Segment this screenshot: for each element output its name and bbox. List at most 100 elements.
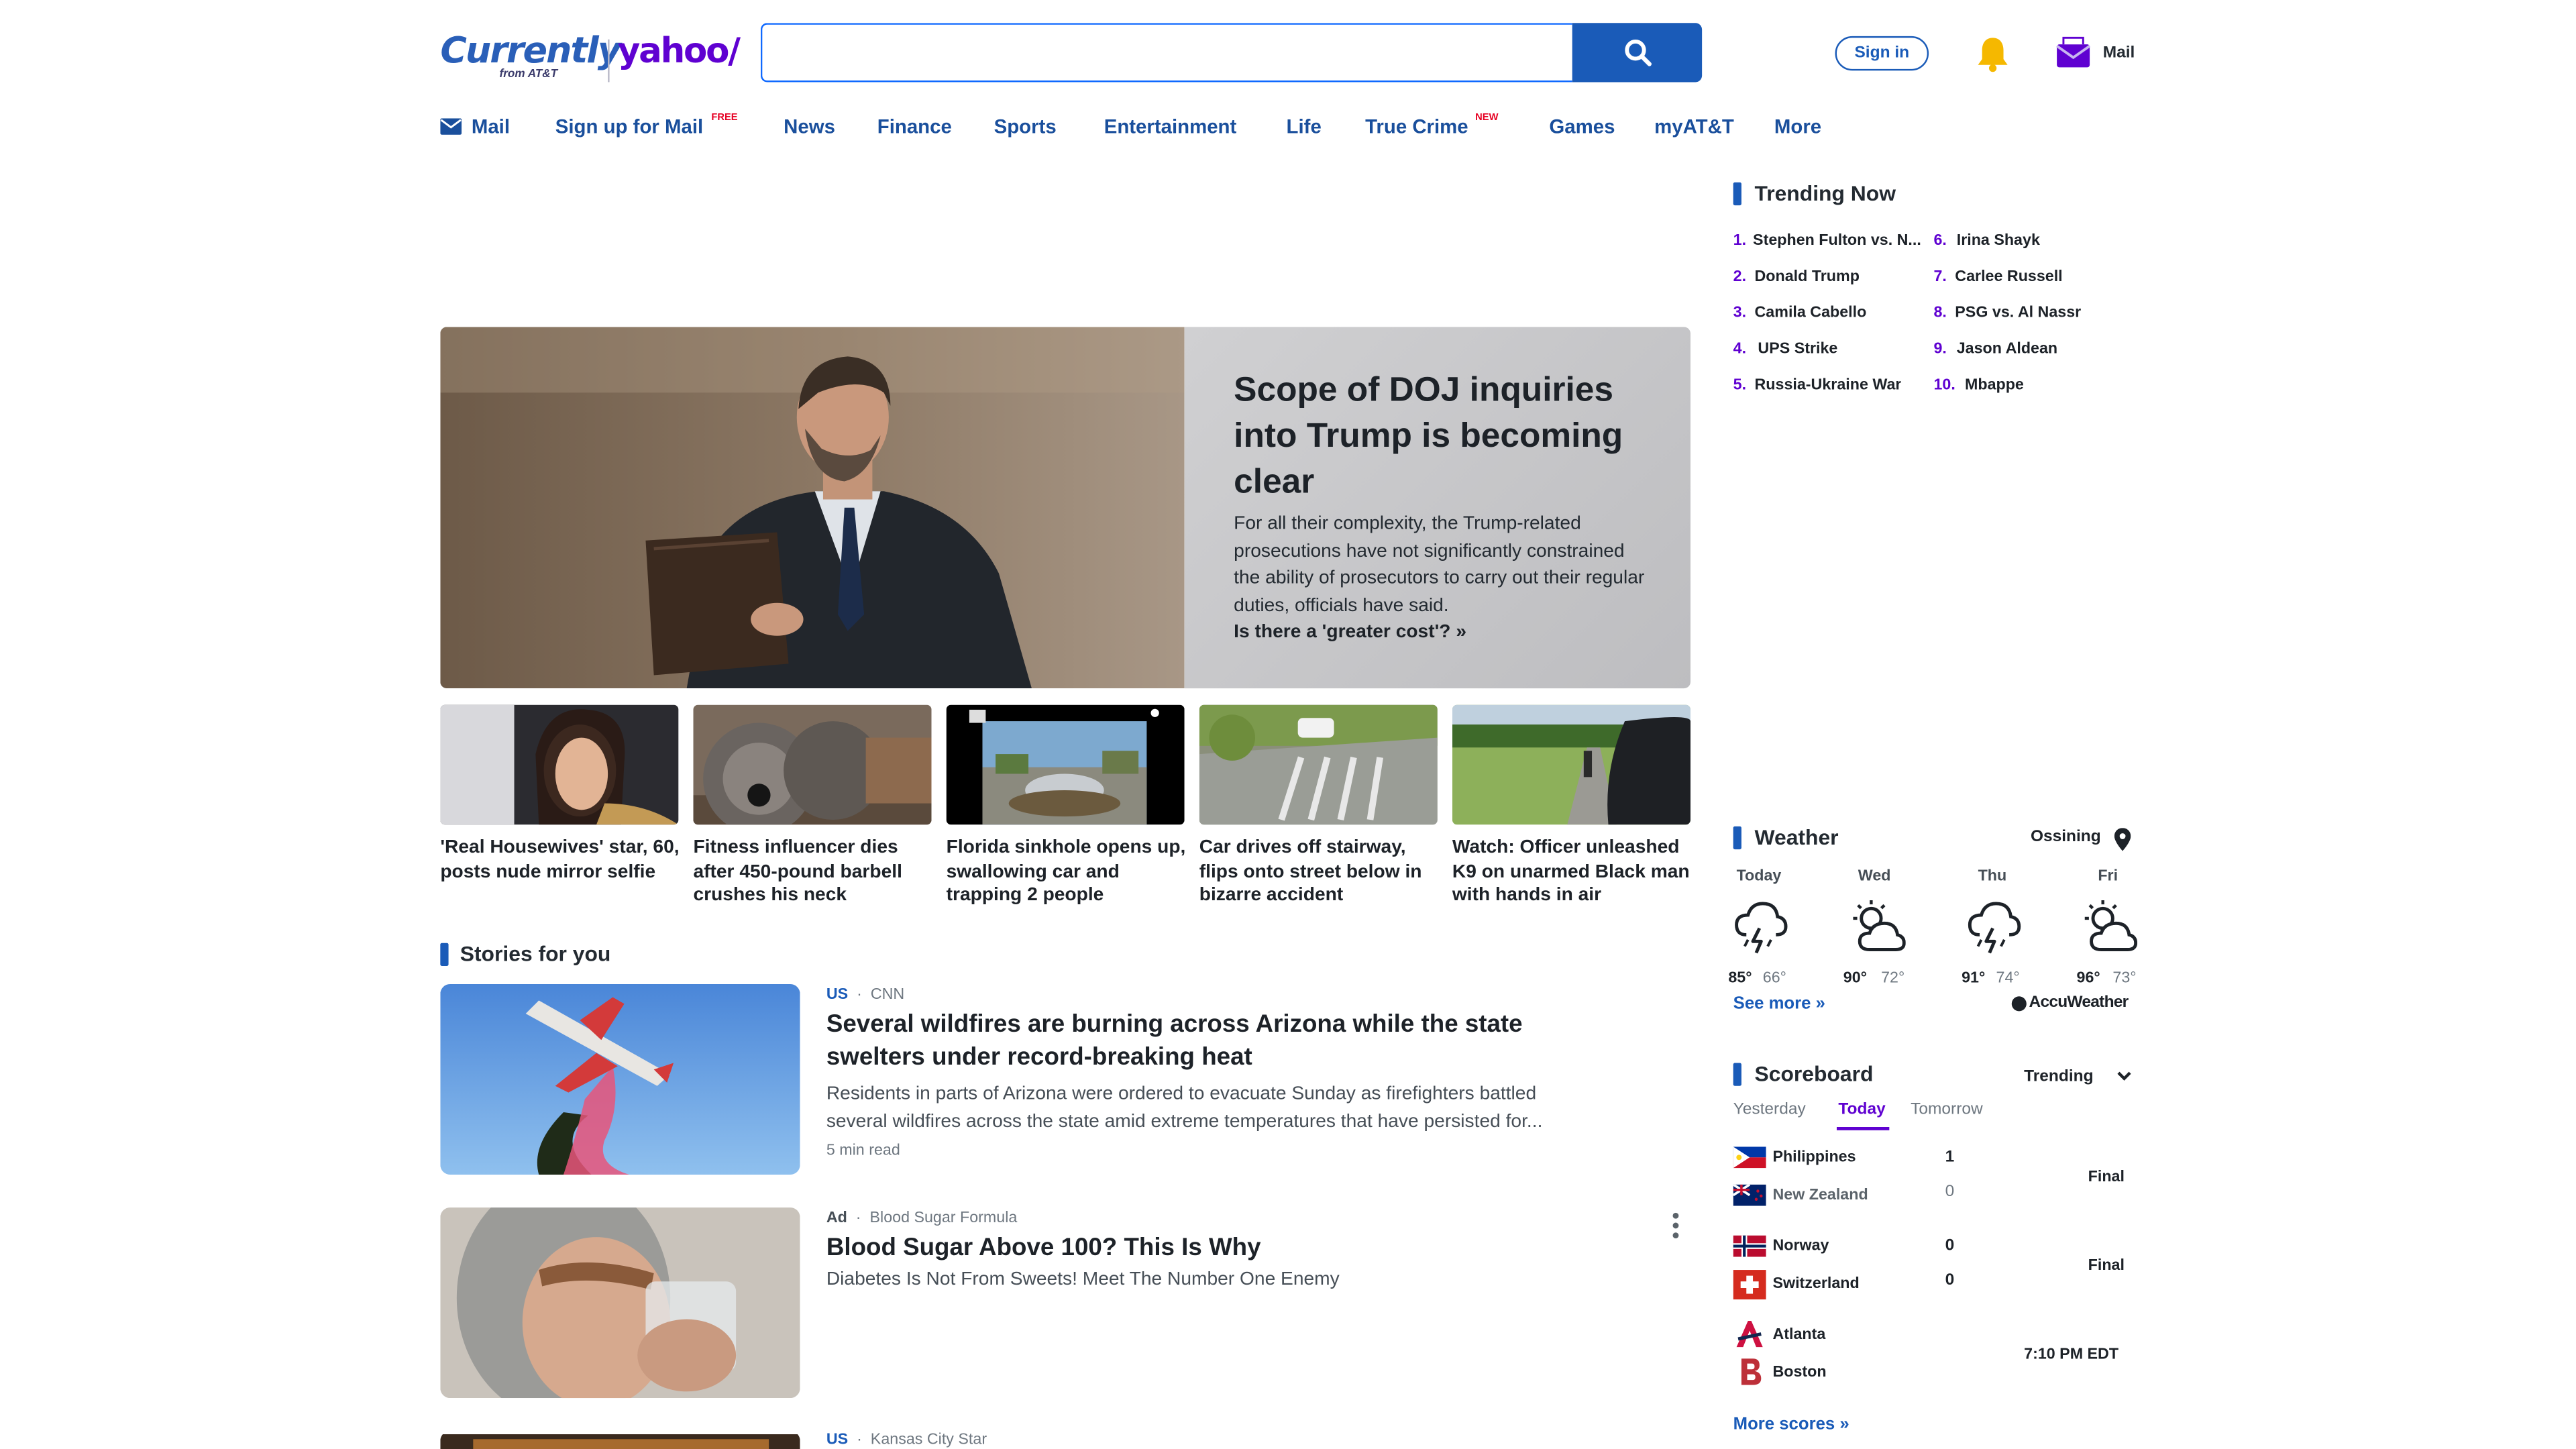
weather-day-2: Wed: [1858, 867, 1891, 886]
scoreboard-tab-tomorrow[interactable]: Tomorrow: [1911, 1101, 1983, 1119]
ad-photo-drinking-water: [440, 1208, 800, 1399]
hero-summary: For all their complexity, the Trump-rela…: [1234, 514, 1645, 616]
team-name[interactable]: Switzerland: [1772, 1275, 1859, 1293]
trending-item-4[interactable]: UPS Strike: [1758, 340, 1837, 358]
active-tab-underline: [1836, 1127, 1890, 1130]
free-badge: FREE: [711, 113, 738, 123]
weather-day-1: Today: [1736, 867, 1782, 886]
trending-rank-2: 2.: [1733, 268, 1747, 286]
weather-see-more-link[interactable]: See more »: [1733, 994, 1825, 1014]
ad-sponsor[interactable]: Blood Sugar Formula: [870, 1209, 1018, 1227]
philippines-flag-icon: [1733, 1146, 1766, 1169]
team-score: 0: [1945, 1237, 1955, 1256]
trending-title: Trending Now: [1754, 180, 1896, 206]
weather-location[interactable]: Ossining: [2031, 828, 2101, 846]
weather-high-2: 90°: [1843, 969, 1867, 987]
nav-entertainment[interactable]: Entertainment: [1104, 115, 1237, 138]
trending-rank-4: 4.: [1733, 339, 1747, 358]
nav-finance[interactable]: Finance: [877, 115, 952, 138]
hero-title[interactable]: Scope of DOJ inquiries into Trump is bec…: [1234, 368, 1664, 506]
story-category-3[interactable]: US: [826, 1431, 848, 1449]
trending-item-7[interactable]: Carlee Russell: [1955, 268, 2062, 286]
trending-rank-3: 3.: [1733, 304, 1747, 323]
team-name[interactable]: Philippines: [1772, 1148, 1856, 1167]
nav-more[interactable]: More: [1774, 115, 1821, 138]
story-source-3: Kansas City Star: [870, 1431, 987, 1449]
team-name[interactable]: New Zealand: [1772, 1186, 1868, 1204]
weather-high-1: 85°: [1728, 969, 1752, 987]
more-scores-link[interactable]: More scores »: [1733, 1415, 1849, 1434]
sign-in-button[interactable]: Sign in: [1835, 36, 1929, 71]
trending-rank-8: 8.: [1933, 304, 1947, 323]
notifications-button[interactable]: [1975, 34, 2011, 82]
thumb-photo-sinkhole: [946, 704, 1185, 825]
accuweather-logo[interactable]: AccuWeather: [2029, 994, 2129, 1012]
scoreboard-tab-today[interactable]: Today: [1838, 1101, 1885, 1119]
nav-games[interactable]: Games: [1549, 115, 1615, 138]
trending-item-1[interactable]: Stephen Fulton vs. N...: [1753, 231, 1930, 250]
thumb-caption-4[interactable]: Car drives off stairway, flips onto stre…: [1199, 837, 1438, 908]
trending-item-8[interactable]: PSG vs. Al Nassr: [1955, 304, 2081, 322]
thumb-caption-3[interactable]: Florida sinkhole opens up, swallowing ca…: [947, 837, 1187, 908]
trending-rank-1: 1.: [1733, 231, 1747, 250]
mail-button[interactable]: [2055, 36, 2092, 77]
nav-life[interactable]: Life: [1287, 115, 1322, 138]
location-pin-icon[interactable]: [2114, 828, 2131, 851]
story-category-1[interactable]: US: [826, 985, 848, 1004]
currently-logo[interactable]: Currently: [440, 32, 621, 72]
weather-low-3: 74°: [1996, 969, 2020, 987]
ad-summary: Diabetes Is Not From Sweets! Meet The Nu…: [826, 1270, 1340, 1290]
atlanta-braves-logo-icon: [1736, 1320, 1763, 1348]
search-button[interactable]: [1572, 23, 1703, 83]
trending-item-9[interactable]: Jason Aldean: [1957, 340, 2057, 358]
nav-myatt[interactable]: myAT&T: [1654, 115, 1734, 138]
thumb-caption-1[interactable]: 'Real Housewives' star, 60, posts nude m…: [440, 837, 686, 884]
yahoo-logo[interactable]: yahoo/: [618, 32, 741, 71]
story-image-1[interactable]: [440, 983, 800, 1175]
story-photo-wildfire-plane: [440, 983, 800, 1175]
scoreboard-filter-dropdown[interactable]: Trending: [2024, 1068, 2093, 1086]
more-options-icon[interactable]: [1668, 1211, 1684, 1240]
trending-item-6[interactable]: Irina Shayk: [1957, 231, 2040, 250]
game-status[interactable]: Final: [2088, 1168, 2125, 1186]
chevron-down-icon[interactable]: [2116, 1069, 2132, 1083]
thumb-image-4[interactable]: [1199, 704, 1438, 825]
team-name[interactable]: Norway: [1772, 1237, 1829, 1255]
meta-separator: ·: [852, 985, 867, 1004]
game-status[interactable]: 7:10 PM EDT: [2024, 1346, 2118, 1364]
thumb-image-2[interactable]: [693, 704, 932, 825]
team-name[interactable]: Atlanta: [1772, 1326, 1825, 1344]
thumb-image-3[interactable]: [946, 704, 1185, 825]
nav-news[interactable]: News: [784, 115, 835, 138]
story-image-2[interactable]: [440, 1208, 800, 1399]
trending-item-10[interactable]: Mbappe: [1965, 376, 2024, 394]
story-image-3[interactable]: [440, 1431, 800, 1449]
ad-title[interactable]: Blood Sugar Above 100? This Is Why: [826, 1232, 1615, 1265]
thumb-caption-2[interactable]: Fitness influencer dies after 450-pound …: [693, 837, 923, 908]
weather-low-2: 72°: [1881, 969, 1905, 987]
weather-section-marker: [1733, 826, 1741, 850]
ad-label: Ad: [826, 1209, 847, 1228]
nav-signup-mail[interactable]: Sign up for Mail: [555, 115, 703, 138]
search-input[interactable]: [760, 23, 1572, 83]
game-status[interactable]: Final: [2088, 1256, 2125, 1275]
team-name[interactable]: Boston: [1772, 1364, 1826, 1382]
search-icon: [1624, 40, 1651, 66]
nav-sports[interactable]: Sports: [994, 115, 1057, 138]
stories-section-marker: [440, 943, 449, 967]
trending-item-3[interactable]: Camila Cabello: [1755, 304, 1867, 322]
thumb-image-5[interactable]: [1452, 704, 1691, 825]
story-title-1[interactable]: Several wildfires are burning across Ari…: [826, 1009, 1615, 1075]
scoreboard-tab-yesterday[interactable]: Yesterday: [1733, 1101, 1806, 1119]
hero-related-link[interactable]: Is there a 'greater cost'? »: [1234, 623, 1466, 642]
mail-label[interactable]: Mail: [2103, 44, 2135, 62]
trending-item-5[interactable]: Russia-Ukraine War: [1755, 376, 1902, 394]
att-logo-text: from AT&T: [499, 68, 558, 81]
thunderstorm-icon: [1735, 902, 1788, 954]
thumb-image-1[interactable]: [440, 704, 679, 825]
nav-mail[interactable]: Mail: [472, 115, 510, 138]
hero-image[interactable]: [440, 327, 1185, 689]
thumb-caption-5[interactable]: Watch: Officer unleashed K9 on unarmed B…: [1452, 837, 1699, 908]
trending-item-2[interactable]: Donald Trump: [1755, 268, 1860, 286]
nav-true-crime[interactable]: True Crime: [1365, 115, 1468, 138]
